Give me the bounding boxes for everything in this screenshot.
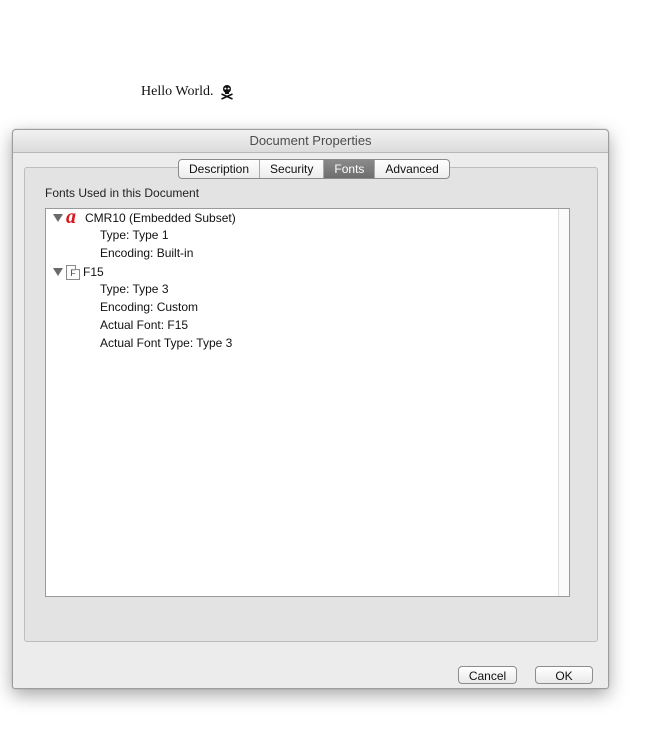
dialog-title: Document Properties (13, 130, 608, 153)
skull-crossbones-icon (220, 85, 233, 100)
font-name: CMR10 (Embedded Subset) (85, 211, 236, 225)
font-detail: Actual Font: F15 (100, 318, 189, 332)
font-detail: Encoding: Custom (100, 300, 199, 314)
disclosure-triangle-icon[interactable] (53, 268, 63, 276)
tab-security[interactable]: Security (260, 160, 325, 178)
tree-item-font[interactable]: a CMR10 (Embedded Subset) (53, 206, 236, 228)
hello-world-text: Hello World. (141, 84, 214, 99)
tab-fonts[interactable]: Fonts (324, 160, 376, 178)
ok-button[interactable]: OK (535, 666, 593, 684)
font-detail: Type: Type 3 (100, 282, 169, 296)
disclosure-triangle-icon[interactable] (53, 214, 63, 222)
fonts-tree[interactable]: a CMR10 (Embedded Subset) Type: Type 1 E… (45, 206, 570, 597)
generic-font-file-icon: F (66, 264, 80, 280)
font-detail: Type: Type 1 (100, 228, 169, 242)
tab-advanced[interactable]: Advanced (375, 160, 448, 178)
tab-bar: Description Security Fonts Advanced (178, 159, 450, 179)
vertical-scrollbar[interactable] (558, 209, 569, 596)
document-properties-dialog: Document Properties Description Security… (12, 129, 609, 689)
fonts-group-label: Fonts Used in this Document (45, 186, 200, 200)
document-text: Hello World. (141, 84, 234, 100)
font-detail: Actual Font Type: Type 3 (100, 336, 233, 350)
acrobat-font-icon: a (66, 206, 76, 228)
font-name: F15 (83, 265, 104, 279)
cancel-button[interactable]: Cancel (458, 666, 517, 684)
tab-description[interactable]: Description (179, 160, 261, 178)
font-detail: Encoding: Built-in (100, 246, 194, 260)
tree-item-font[interactable]: F F15 (53, 263, 104, 281)
